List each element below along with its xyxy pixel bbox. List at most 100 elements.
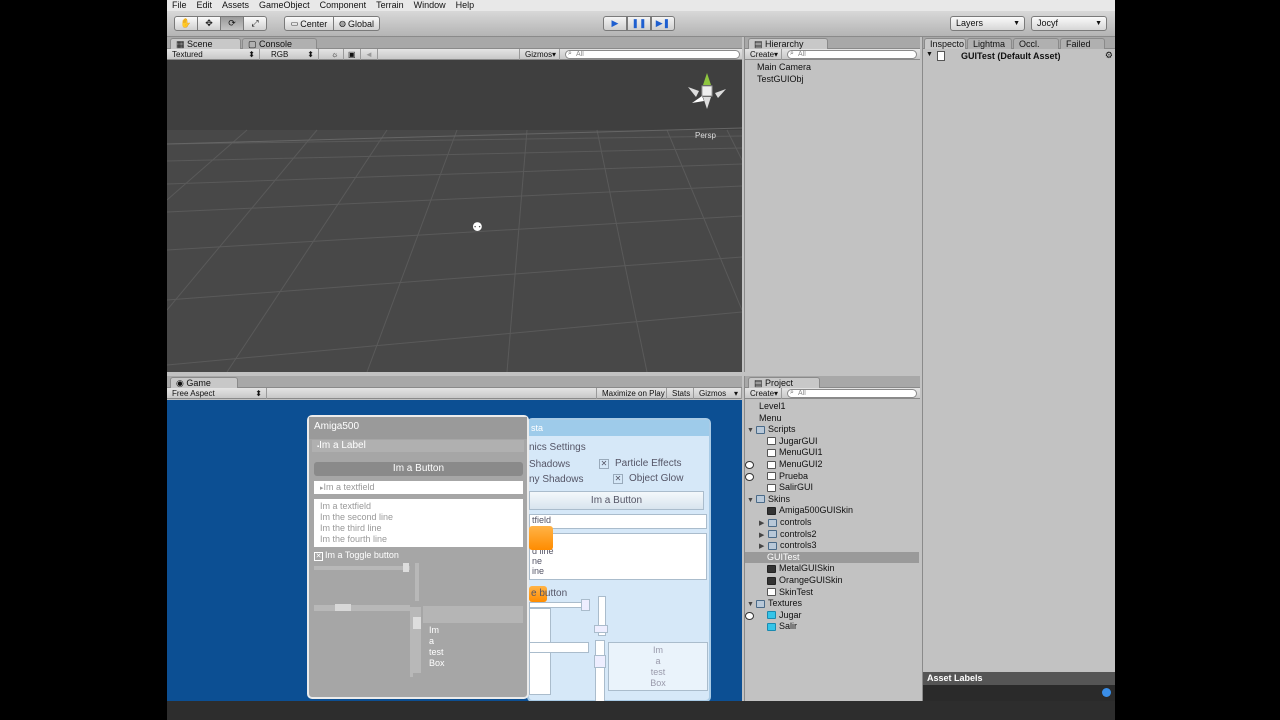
tab-project[interactable]: ▤ Project	[748, 377, 820, 388]
audio-toggle[interactable]: ◄	[361, 49, 378, 60]
gizmos-label: Gizmos	[699, 389, 727, 398]
project-item[interactable]: GUITest	[745, 551, 919, 620]
checkbox-icon: ✕	[599, 459, 609, 469]
shadows-toggle[interactable]: Shadows	[529, 459, 570, 470]
scene-panel: ▦ Scene ▢ Console Textured ⬍ RGB ⬍ ☼ ▣ ◄ G…	[167, 37, 742, 372]
project-search-input[interactable]: All	[787, 389, 917, 398]
space-global-button[interactable]: ◍ Global	[333, 16, 380, 31]
menu-assets[interactable]: Assets	[217, 0, 254, 11]
menu-terrain[interactable]: Terrain	[371, 0, 409, 11]
object-glow-toggle[interactable]: ✕ Object Glow	[613, 473, 683, 484]
amiga-hslider-thumb[interactable]	[403, 563, 409, 572]
tab-game[interactable]: ◉ Game	[170, 377, 238, 388]
lighting-toggle[interactable]: ☼	[327, 49, 344, 60]
orange-toggle-button[interactable]: e button	[529, 588, 567, 599]
orange-vscroll2-thumb[interactable]	[594, 655, 606, 668]
project-item[interactable]: OrangeGUISkin	[745, 575, 919, 587]
game-view[interactable]: sta nics Settings Shadows ny Shadows ✕ Pa…	[167, 400, 742, 701]
pivot-center-button[interactable]: ▭ Center	[284, 16, 334, 31]
asset-labels-bar	[923, 685, 1115, 701]
aspect-dropdown[interactable]: Free Aspect ⬍	[167, 388, 267, 399]
play-button[interactable]: ▶	[603, 16, 627, 31]
hierarchy-item-main-camera[interactable]: Main Camera	[757, 62, 811, 74]
add-label-icon[interactable]	[1102, 688, 1111, 697]
layers-dropdown[interactable]: Layers ▼	[950, 16, 1025, 31]
tab-console[interactable]: ▢ Console	[242, 38, 317, 49]
project-item[interactable]: MenuGUI2	[745, 459, 919, 471]
shadows2-toggle[interactable]: ny Shadows	[529, 474, 583, 485]
project-item[interactable]: MetalGUISkin	[745, 563, 919, 575]
render-mode-dropdown[interactable]: Textured ⬍	[167, 49, 260, 60]
project-item[interactable]: Salir	[745, 621, 919, 633]
project-item[interactable]: JugarGUI	[745, 436, 919, 448]
amiga-textarea[interactable]: Im a textfield Im the second line Im the…	[314, 499, 523, 547]
project-item[interactable]: ▶ controls2	[745, 529, 919, 541]
amiga-vscrollbar-thumb[interactable]	[413, 617, 421, 629]
move-tool-button[interactable]: ✥	[197, 16, 221, 31]
amiga-textarea-line: Im the third line	[320, 523, 382, 533]
hierarchy-create-dropdown[interactable]: Create ▾	[745, 49, 782, 60]
project-item[interactable]: Prueba	[745, 471, 919, 483]
tab-inspector[interactable]: Inspecto	[924, 38, 966, 49]
project-item[interactable]: ▼ Scripts	[745, 424, 919, 436]
step-button[interactable]: ▶❚	[651, 16, 675, 31]
menu-gameobject[interactable]: GameObject	[254, 0, 315, 11]
amiga-textfield[interactable]: ▸Im a textfield	[314, 481, 523, 494]
menu-window[interactable]: Window	[409, 0, 451, 11]
orange-hscrollbar[interactable]	[529, 642, 589, 653]
color-mode-dropdown[interactable]: RGB ⬍	[266, 49, 319, 60]
orange-textarea[interactable]: d line ne ine	[529, 533, 707, 580]
stats-toggle[interactable]: Stats	[667, 388, 694, 399]
hierarchy-search-input[interactable]: All	[787, 50, 917, 59]
project-item[interactable]: Amiga500GUISkin	[745, 505, 919, 517]
menu-edit[interactable]: Edit	[192, 0, 218, 11]
orange-vslider-thumb[interactable]	[594, 625, 608, 633]
camera-gizmo-icon[interactable]: ⚉	[472, 220, 483, 234]
tab-hierarchy[interactable]: ▤ Hierarchy	[748, 38, 828, 49]
orange-vscroll2[interactable]	[595, 640, 605, 701]
project-item[interactable]: MenuGUI1	[745, 447, 919, 459]
amiga-toggle[interactable]: ✕ Im a Toggle button	[314, 550, 399, 561]
orange-textfield[interactable]: tfield	[529, 514, 707, 529]
project-item[interactable]: ▶ controls3	[745, 540, 919, 552]
gizmos-dropdown[interactable]: Gizmos ▾	[519, 49, 560, 60]
tab-failed[interactable]: Failed	[1060, 38, 1105, 49]
project-item[interactable]: SkinTest	[745, 587, 919, 599]
project-item[interactable]: Menu	[745, 413, 919, 481]
collapse-triangle-icon[interactable]: ▼	[926, 51, 933, 58]
project-item[interactable]: ▼ Textures	[745, 598, 919, 610]
project-item[interactable]: SalirGUI	[745, 482, 919, 494]
layout-dropdown[interactable]: Jocyf ▼	[1031, 16, 1107, 31]
tab-occlusion[interactable]: Occl. Cu	[1013, 38, 1059, 49]
orange-hslider-thumb[interactable]	[581, 599, 590, 611]
particle-effects-toggle[interactable]: ✕ Particle Effects	[599, 458, 682, 469]
game-gizmos-dropdown[interactable]: Gizmos ▾	[694, 388, 742, 399]
rotate-tool-button[interactable]: ⟳	[220, 16, 244, 31]
gear-icon[interactable]: ⚙	[1105, 50, 1113, 61]
pause-button[interactable]: ❚❚	[627, 16, 651, 31]
amiga-hslider[interactable]	[314, 566, 410, 570]
menu-component[interactable]: Component	[315, 0, 372, 11]
tab-lightmapping[interactable]: Lightma	[967, 38, 1012, 49]
menu-file[interactable]: File	[167, 0, 192, 11]
hand-tool-button[interactable]: ✋	[174, 16, 198, 31]
project-item[interactable]: ▶ controls	[745, 517, 919, 529]
orange-button[interactable]: Im a Button	[529, 491, 704, 510]
project-item[interactable]: Level1	[745, 401, 919, 469]
scale-tool-button[interactable]: ⤢	[243, 16, 267, 31]
project-item[interactable]: ▼ Skins	[745, 494, 919, 506]
image-toggle[interactable]: ▣	[344, 49, 361, 60]
amiga-vslider[interactable]	[415, 563, 419, 601]
scene-search-input[interactable]: All	[565, 50, 740, 59]
hierarchy-item-testguiobj[interactable]: TestGUIObj	[757, 74, 811, 86]
project-create-dropdown[interactable]: Create ▾	[745, 388, 782, 399]
amiga-hscrollbar[interactable]	[314, 605, 410, 611]
menu-help[interactable]: Help	[451, 0, 480, 11]
scene-viewport[interactable]: ⚉ Persp	[167, 60, 742, 372]
amiga-hscrollbar-thumb[interactable]	[335, 604, 351, 611]
scene-orientation-gizmo[interactable]	[682, 67, 732, 115]
tab-scene[interactable]: ▦ Scene	[170, 38, 241, 49]
amiga-button[interactable]: Im a Button	[314, 462, 523, 476]
project-item[interactable]: Jugar	[745, 610, 919, 622]
maximize-on-play-toggle[interactable]: Maximize on Play	[596, 388, 667, 399]
